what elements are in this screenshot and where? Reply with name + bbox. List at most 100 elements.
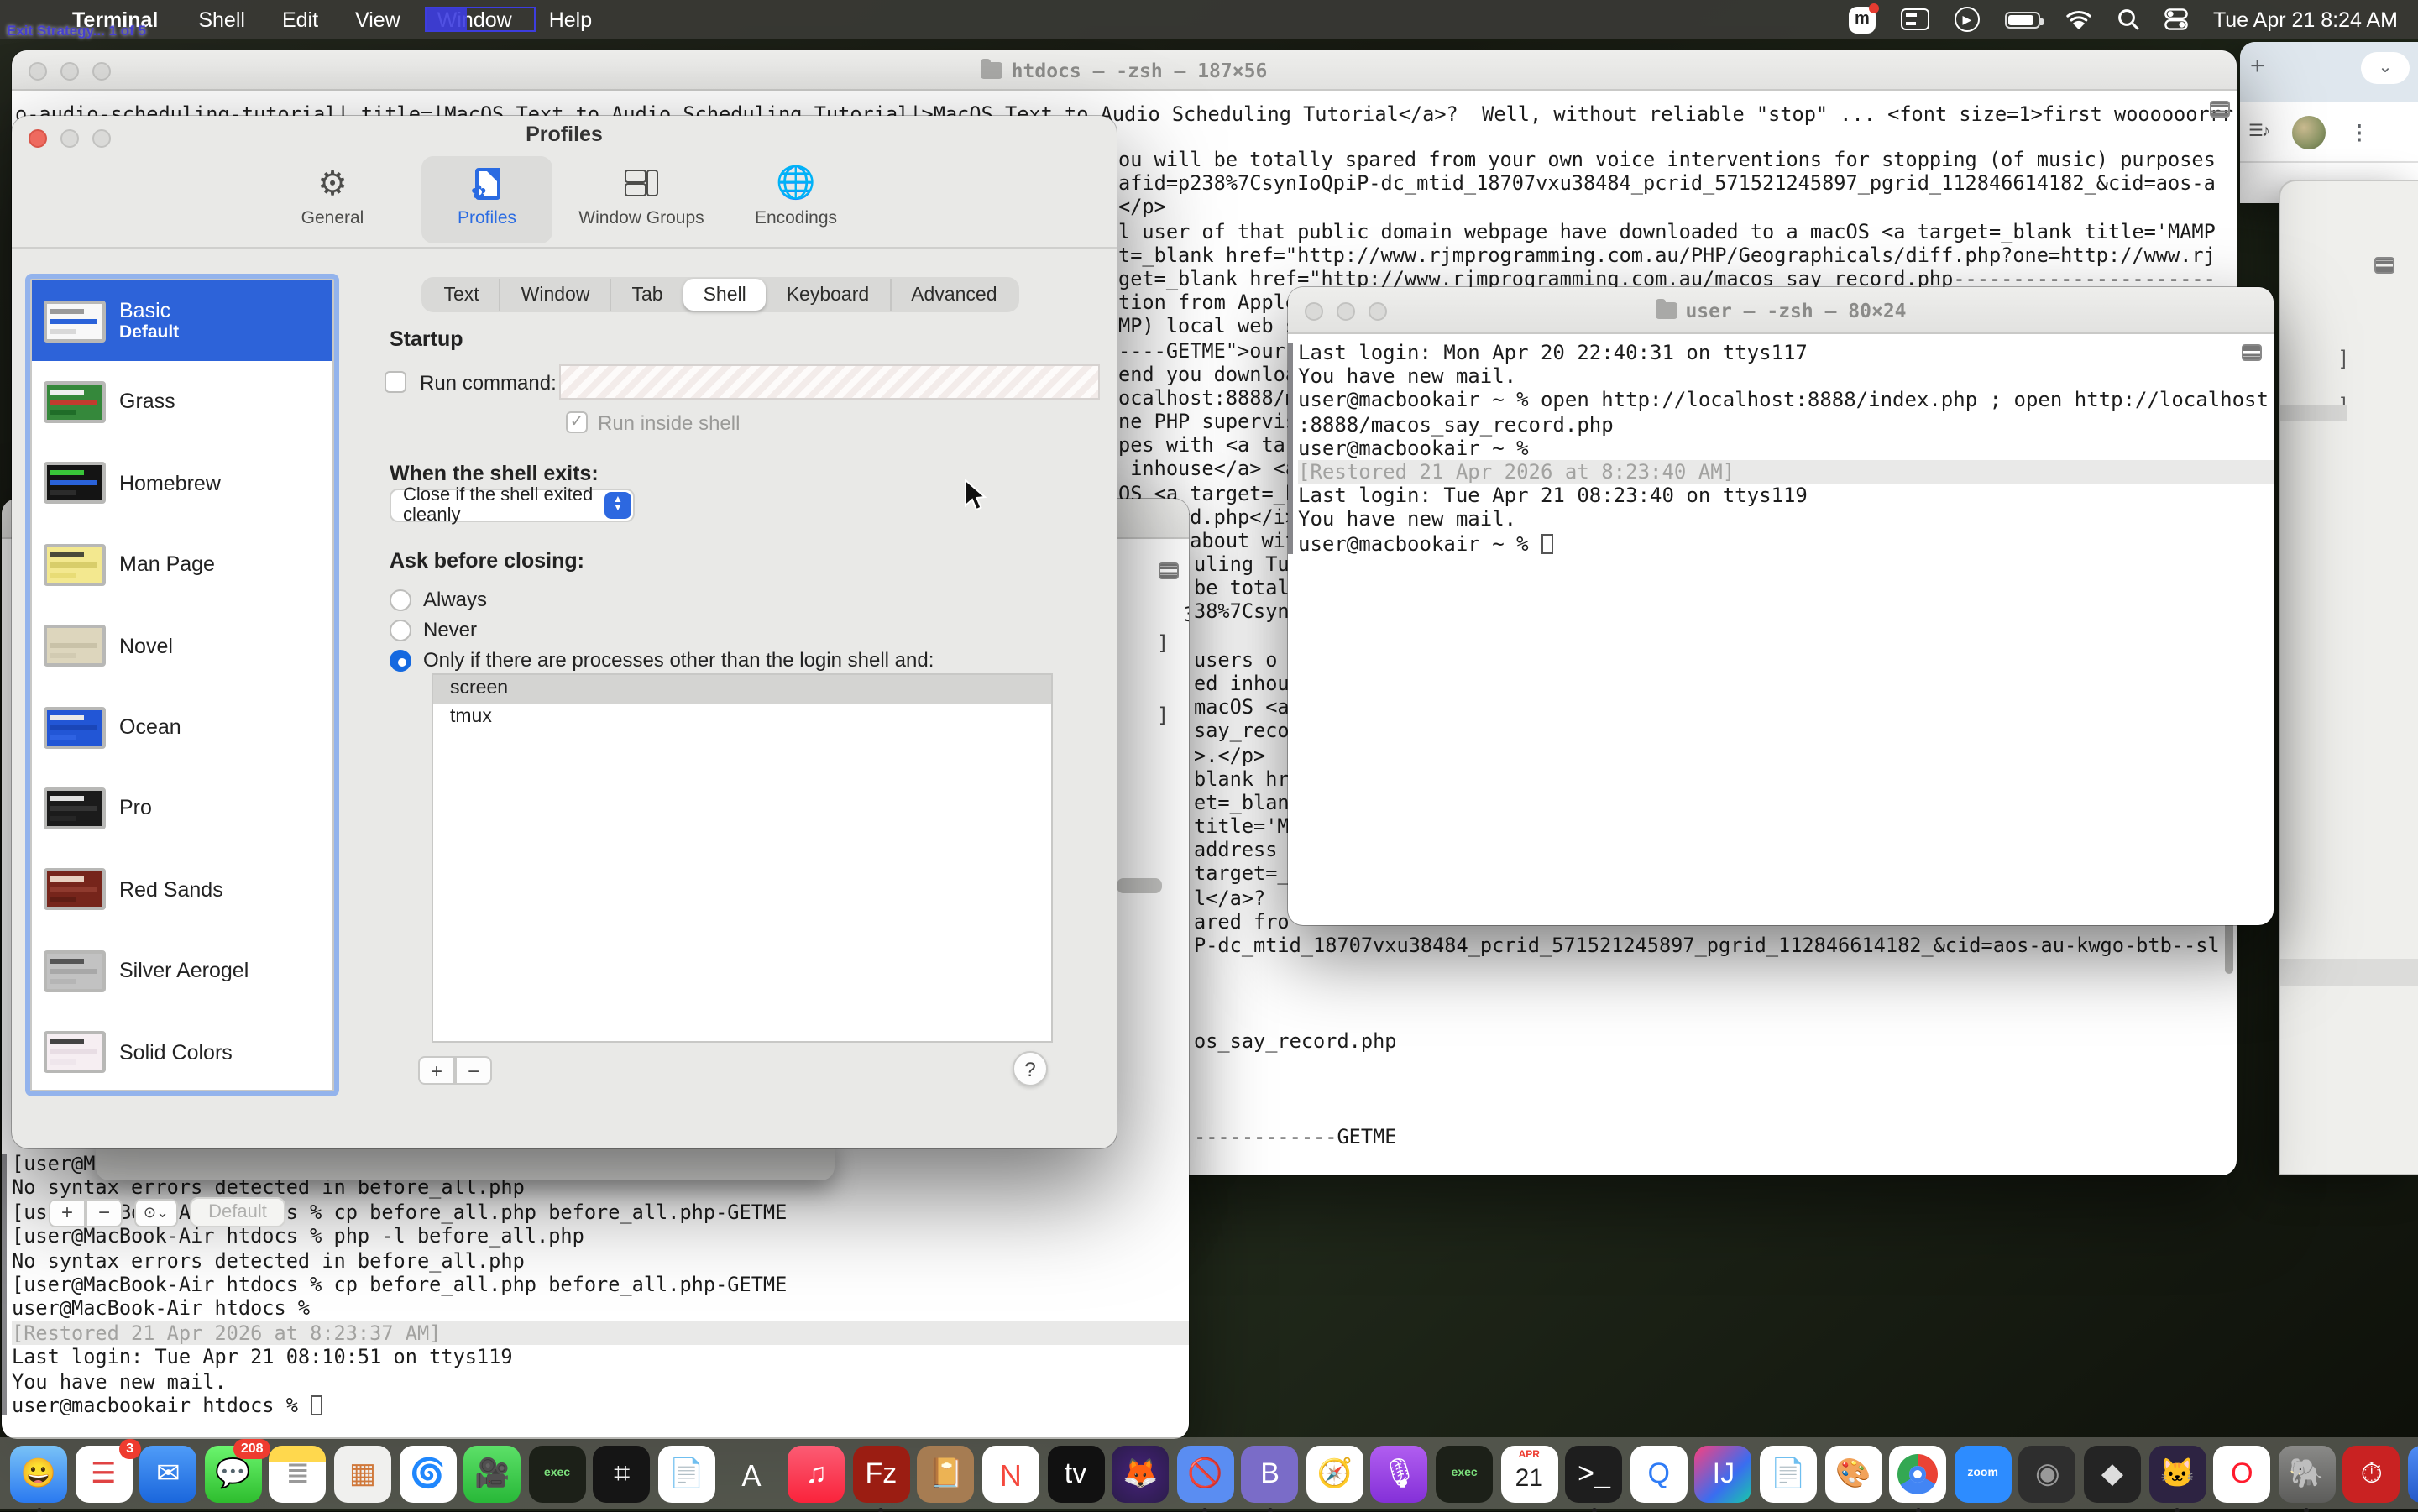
dock-item-firefox[interactable]: 🦊 bbox=[1112, 1445, 1169, 1502]
new-tab-icon[interactable]: + bbox=[2250, 52, 2265, 81]
dock-item-mamp[interactable]: 🐘 bbox=[2279, 1445, 2336, 1502]
minimize-button[interactable] bbox=[60, 61, 79, 80]
menu-item-shell[interactable]: Shell bbox=[198, 8, 245, 31]
run-command-input[interactable] bbox=[559, 364, 1100, 400]
profile-row-silver-aerogel[interactable]: Silver Aerogel bbox=[32, 930, 332, 1012]
close-button[interactable] bbox=[29, 129, 47, 148]
radio-always[interactable]: Always bbox=[390, 588, 487, 611]
add-profile-button[interactable]: + bbox=[49, 1198, 86, 1227]
spotlight-icon[interactable] bbox=[2117, 8, 2139, 30]
default-button[interactable]: Default bbox=[190, 1197, 285, 1227]
zoom-button[interactable] bbox=[1369, 301, 1387, 320]
dock-item-hammer-app[interactable]: 🔨 bbox=[2408, 1445, 2418, 1502]
run-command-checkbox[interactable] bbox=[385, 371, 406, 393]
dock-item-xterm-2[interactable]: exec bbox=[1436, 1445, 1493, 1502]
dock-item-messages[interactable]: 💬208 bbox=[205, 1445, 262, 1502]
close-button[interactable] bbox=[1305, 301, 1323, 320]
dock-item-app-grid[interactable]: ▦ bbox=[334, 1445, 391, 1502]
menu-bar-clock[interactable]: Tue Apr 21 8:24 AM bbox=[2213, 8, 2398, 31]
avatar[interactable] bbox=[2292, 115, 2326, 149]
profile-row-ocean[interactable]: Ocean bbox=[32, 687, 332, 768]
profile-row-solid-colors[interactable]: Solid Colors bbox=[32, 1012, 332, 1091]
dock-item-xterm[interactable]: exec bbox=[529, 1445, 586, 1502]
tab-window[interactable]: Window bbox=[500, 279, 610, 311]
toolbar-item-window-groups[interactable]: Window Groups bbox=[576, 156, 707, 243]
dock-item-document[interactable]: 📄 bbox=[1760, 1445, 1817, 1502]
remove-profile-button[interactable]: − bbox=[86, 1198, 123, 1227]
process-row-screen[interactable]: screen bbox=[433, 675, 1051, 704]
scrollbar-thumb[interactable] bbox=[1117, 878, 1162, 893]
dock-item-palette[interactable]: 🎨 bbox=[1824, 1445, 1882, 1502]
profile-row-pro[interactable]: Pro bbox=[32, 768, 332, 850]
dock-item-app-store[interactable]: Ａ bbox=[723, 1445, 780, 1502]
shell-exit-dropdown[interactable]: Close if the shell exited cleanly ▲▼ bbox=[390, 489, 635, 522]
scrollbar-thumb[interactable] bbox=[2280, 405, 2347, 421]
menu-item-edit[interactable]: Edit bbox=[282, 8, 318, 31]
dock-item-terminal[interactable]: >_ bbox=[1566, 1445, 1623, 1502]
process-list[interactable]: screentmux bbox=[432, 673, 1053, 1043]
tab-keyboard[interactable]: Keyboard bbox=[767, 279, 889, 311]
tab-shell[interactable]: Shell bbox=[683, 279, 767, 311]
tab-advanced[interactable]: Advanced bbox=[889, 279, 1017, 311]
zoom-button[interactable] bbox=[92, 129, 111, 148]
wifi-icon[interactable] bbox=[2065, 9, 2092, 29]
m-app-menu-icon[interactable]: m bbox=[1849, 6, 1876, 33]
dock-item-filezilla[interactable]: Fz bbox=[852, 1445, 909, 1502]
tab-tab[interactable]: Tab bbox=[610, 279, 683, 311]
dock-item-intellij[interactable]: IJ bbox=[1695, 1445, 1752, 1502]
control-center-icon[interactable] bbox=[2164, 8, 2188, 30]
terminal-preferences-window[interactable]: Profiles ⚙ General Profiles Window Group… bbox=[12, 116, 1117, 1148]
dock-item-news[interactable]: Ｎ bbox=[982, 1445, 1039, 1502]
dock-item-mail[interactable]: ✉ bbox=[139, 1445, 196, 1502]
remove-process-button[interactable]: − bbox=[455, 1056, 492, 1085]
scrollbar-thumb[interactable] bbox=[2280, 959, 2418, 986]
playlist-icon[interactable]: ☰♪ bbox=[2248, 123, 2269, 141]
dock-item-calendar[interactable]: APR21 bbox=[1500, 1445, 1557, 1502]
radio-never[interactable]: Never bbox=[390, 618, 477, 641]
dock-item-quicktime[interactable]: Q bbox=[1630, 1445, 1688, 1502]
dock-item-swirl-app[interactable]: 🌀 bbox=[399, 1445, 456, 1502]
tab-search-chevron-icon[interactable]: ⌄ bbox=[2361, 52, 2410, 84]
profile-row-novel[interactable]: Novel bbox=[32, 605, 332, 687]
profile-row-basic[interactable]: BasicDefault bbox=[32, 280, 332, 362]
toolbar-item-general[interactable]: ⚙ General bbox=[267, 156, 398, 243]
radio-only-if-processes[interactable]: Only if there are processes other than t… bbox=[390, 648, 934, 672]
dock-item-bbedit[interactable]: B bbox=[1242, 1445, 1299, 1502]
close-button[interactable] bbox=[29, 61, 47, 80]
run-inside-shell-checkbox[interactable]: ✓ bbox=[566, 411, 588, 433]
dock-item-safari[interactable]: 🧭 bbox=[1306, 1445, 1363, 1502]
dock-item-podcasts[interactable]: 🎙 bbox=[1371, 1445, 1428, 1502]
profile-row-homebrew[interactable]: Homebrew bbox=[32, 443, 332, 525]
dock-item-inkscape[interactable]: ◆ bbox=[2084, 1445, 2141, 1502]
zoom-button[interactable] bbox=[92, 61, 111, 80]
minimize-button[interactable] bbox=[1337, 301, 1355, 320]
minimize-button[interactable] bbox=[60, 129, 79, 148]
dock-item-blocked-app[interactable]: 🚫 bbox=[1176, 1445, 1233, 1502]
dock-item-finder[interactable]: 😀 bbox=[10, 1445, 67, 1502]
profile-row-red-sands[interactable]: Red Sands bbox=[32, 849, 332, 930]
htdocs-titlebar[interactable]: htdocs — -zsh — 187×56 bbox=[12, 50, 2237, 91]
profile-row-grass[interactable]: Grass bbox=[32, 362, 332, 443]
dock-item-reminders[interactable]: ☰3 bbox=[75, 1445, 132, 1502]
dock-item-textedit[interactable]: 📄 bbox=[658, 1445, 715, 1502]
dock-item-chrome[interactable] bbox=[1889, 1445, 1946, 1502]
menu-item-view[interactable]: View bbox=[355, 8, 400, 31]
menu-item-help[interactable]: Help bbox=[549, 8, 592, 31]
user-terminal-window[interactable]: user — -zsh — 80×24 Last login: Mon Apr … bbox=[1288, 287, 2274, 925]
profile-row-man-page[interactable]: Man Page bbox=[32, 524, 332, 605]
dock-item-keypad-phone[interactable]: ⌗ bbox=[594, 1445, 651, 1502]
playback-menu-icon[interactable]: ▶ bbox=[1955, 7, 1980, 32]
dock-item-shutter-app[interactable]: ◉ bbox=[2019, 1445, 2076, 1502]
overflow-menu-icon[interactable]: ⋮ bbox=[2349, 120, 2369, 144]
help-button[interactable]: ? bbox=[1013, 1051, 1048, 1086]
dock-item-opera[interactable]: O bbox=[2213, 1445, 2270, 1502]
dock-item-facetime[interactable]: 🎥 bbox=[463, 1445, 521, 1502]
dock-item-notes[interactable]: ≣ bbox=[270, 1445, 327, 1502]
toolbar-item-profiles[interactable]: Profiles bbox=[421, 156, 552, 243]
add-process-button[interactable]: + bbox=[418, 1056, 455, 1085]
profile-list[interactable]: BasicDefaultGrassHomebrewMan PageNovelOc… bbox=[30, 279, 334, 1091]
profile-actions-button[interactable]: ⊙⌄ bbox=[134, 1198, 178, 1227]
dock-item-zoom[interactable]: zoom bbox=[1955, 1445, 2012, 1502]
preferences-titlebar[interactable]: Profiles bbox=[12, 116, 1117, 153]
user-titlebar[interactable]: user — -zsh — 80×24 bbox=[1288, 287, 2274, 334]
